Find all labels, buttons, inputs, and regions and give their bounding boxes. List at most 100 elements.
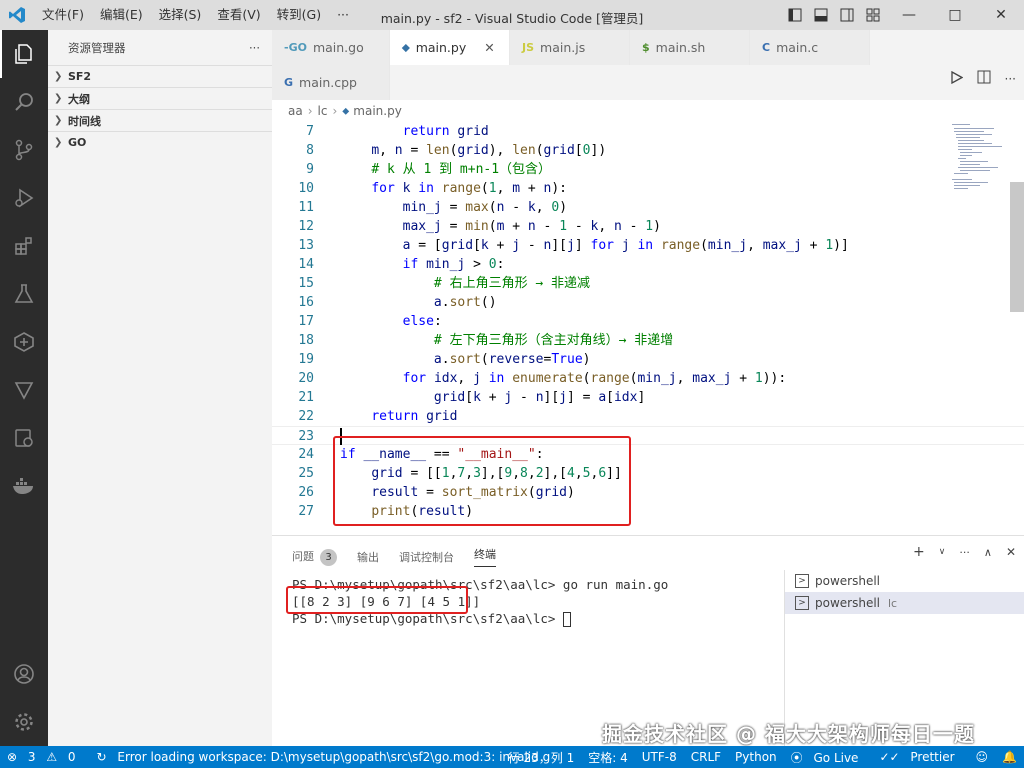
cursor-position[interactable]: 行 23，列 1 [501, 749, 582, 766]
section-timeline[interactable]: ❯ 时间线 [48, 109, 272, 131]
explorer-icon[interactable] [0, 30, 48, 78]
go-live-button[interactable]: ⦿ Go Live [784, 749, 873, 766]
run-debug-icon[interactable] [0, 174, 48, 222]
maximize-panel-chevron-up-icon[interactable]: ∧ [984, 546, 992, 559]
tab-main-go[interactable]: -GO main.go [272, 30, 390, 65]
end-of-line[interactable]: CRLF [684, 750, 728, 764]
menu-view[interactable]: 查看(V) [209, 0, 268, 30]
python-file-icon: ⬥ [342, 105, 350, 117]
code-line[interactable]: 17 else: [272, 312, 1024, 331]
customize-layout-icon[interactable] [860, 0, 886, 30]
section-sf2[interactable]: ❯ SF2 [48, 65, 272, 87]
maximize-icon[interactable]: □ [932, 0, 978, 30]
more-actions-icon[interactable]: ··· [959, 546, 970, 559]
code-line[interactable]: 7 return grid [272, 122, 1024, 141]
panel-tab-problems[interactable]: 问题 3 [292, 548, 337, 566]
explorer-more-button[interactable]: ··· [249, 41, 260, 55]
section-outline[interactable]: ❯ 大纲 [48, 87, 272, 109]
shell-file-icon: $ [642, 41, 650, 54]
code-line[interactable]: 13 a = [grid[k + j - n][j] for j in rang… [272, 236, 1024, 255]
accounts-icon[interactable] [0, 650, 48, 698]
toggle-panel-icon[interactable] [808, 0, 834, 30]
line-number: 15 [298, 276, 314, 291]
terminal-dropdown-chevron-down-icon[interactable]: ∨ [939, 547, 946, 557]
triangle-extension-icon[interactable] [0, 366, 48, 414]
status-message[interactable]: ↻ Error loading workspace: D:\mysetup\go… [90, 750, 565, 764]
code-line[interactable]: 8 m, n = len(grid), len(grid[0]) [272, 141, 1024, 160]
terminal-item-cwd: lc [888, 596, 898, 610]
new-terminal-icon[interactable]: + [913, 544, 925, 560]
settings-gear-icon[interactable] [0, 698, 48, 746]
minimize-icon[interactable]: — [886, 0, 932, 30]
language-mode[interactable]: Python [728, 750, 784, 764]
more-actions-icon[interactable]: ··· [1005, 72, 1016, 86]
line-number: 21 [298, 390, 314, 405]
code-line[interactable]: 21 grid[k + j - n][j] = a[idx] [272, 388, 1024, 407]
indentation[interactable]: 空格: 4 [581, 749, 635, 766]
code-line[interactable]: 16 a.sort() [272, 293, 1024, 312]
chevron-right-icon: ❯ [54, 137, 63, 148]
terminal-item[interactable]: > powershell [785, 570, 1024, 592]
line-number: 8 [306, 143, 314, 158]
tab-main-cpp[interactable]: Gmain.cpp [272, 65, 390, 100]
feedback-icon[interactable]: ☺ [969, 750, 996, 764]
bottom-panel: 问题 3 输出 调试控制台 终端 + ∨ ··· ∧ ✕ PS D:\mysetu… [272, 535, 1024, 747]
panel-tab-debug-console[interactable]: 调试控制台 [399, 549, 454, 565]
code-line[interactable]: 12 max_j = min(m + n - 1 - k, n - 1) [272, 217, 1024, 236]
remote-explorer-icon[interactable] [0, 318, 48, 366]
chevron-right-icon: ❯ [54, 71, 63, 82]
testing-icon[interactable] [0, 270, 48, 318]
section-go[interactable]: ❯ GO [48, 131, 272, 153]
toggle-secondary-sidebar-icon[interactable] [834, 0, 860, 30]
code-line[interactable]: 15 # 右上角三角形 → 非递减 [272, 274, 1024, 293]
problems-status[interactable]: ⊗ 3 ⚠ 0 [0, 750, 90, 764]
menu-more[interactable]: ··· [329, 0, 357, 30]
tab-main-py[interactable]: ⬥ main.py ✕ [390, 30, 510, 65]
notifications-bell-icon[interactable]: 🔔 [995, 750, 1024, 764]
cpp-file-icon: G [284, 76, 294, 89]
breadcrumb-file[interactable]: main.py [353, 104, 402, 118]
menu-edit[interactable]: 编辑(E) [92, 0, 151, 30]
code-line[interactable]: 18 # 左下角三角形（含主对角线）→ 非递增 [272, 331, 1024, 350]
close-tab-icon[interactable]: ✕ [484, 40, 494, 55]
line-content: a = [grid[k + j - n][j] for j in range(m… [402, 238, 849, 253]
line-number: 26 [298, 485, 314, 500]
terminal-cursor [562, 612, 571, 627]
panel-tab-output[interactable]: 输出 [357, 549, 379, 565]
toggle-sidebar-icon[interactable] [782, 0, 808, 30]
chevron-right-icon: › [307, 104, 313, 118]
close-panel-icon[interactable]: ✕ [1006, 545, 1016, 559]
menu-go[interactable]: 转到(G) [269, 0, 329, 30]
code-line[interactable]: 10 for k in range(1, m + n): [272, 179, 1024, 198]
chevron-right-icon: ❯ [54, 93, 63, 104]
encoding[interactable]: UTF-8 [635, 750, 684, 764]
code-line[interactable]: 22 return grid [272, 407, 1024, 426]
breadcrumb-aa[interactable]: aa [288, 104, 303, 118]
source-control-icon[interactable] [0, 126, 48, 174]
tab-main-js[interactable]: JS main.js [510, 30, 630, 65]
close-window-icon[interactable]: ✕ [978, 0, 1024, 30]
code-line[interactable]: 19 a.sort(reverse=True) [272, 350, 1024, 369]
split-editor-icon[interactable] [977, 70, 991, 87]
search-icon[interactable] [0, 78, 48, 126]
panel-tab-terminal[interactable]: 终端 [474, 546, 496, 567]
tab-main-sh[interactable]: $ main.sh [630, 30, 750, 65]
tab-label: main.go [312, 40, 364, 55]
remote-icon[interactable] [0, 414, 48, 462]
go-file-icon: -GO [284, 41, 307, 54]
extensions-icon[interactable] [0, 222, 48, 270]
terminal-item-selected[interactable]: > powershell lc [785, 592, 1024, 614]
prettier-button[interactable]: ✓✓ Prettier [872, 750, 968, 764]
code-line[interactable]: 20 for idx, j in enumerate(range(min_j, … [272, 369, 1024, 388]
code-line[interactable]: 9 # k 从 1 到 m+n-1（包含） [272, 160, 1024, 179]
line-number: 14 [298, 257, 314, 272]
title-bar: 文件(F) 编辑(E) 选择(S) 查看(V) 转到(G) ··· main.p… [0, 0, 1024, 30]
tab-main-c[interactable]: Cmain.c [750, 30, 870, 65]
code-line[interactable]: 14 if min_j > 0: [272, 255, 1024, 274]
run-file-icon[interactable] [950, 70, 963, 87]
docker-icon[interactable] [0, 462, 48, 510]
breadcrumb-lc[interactable]: lc [318, 104, 328, 118]
menu-selection[interactable]: 选择(S) [151, 0, 210, 30]
code-line[interactable]: 11 min_j = max(n - k, 0) [272, 198, 1024, 217]
menu-file[interactable]: 文件(F) [34, 0, 92, 30]
